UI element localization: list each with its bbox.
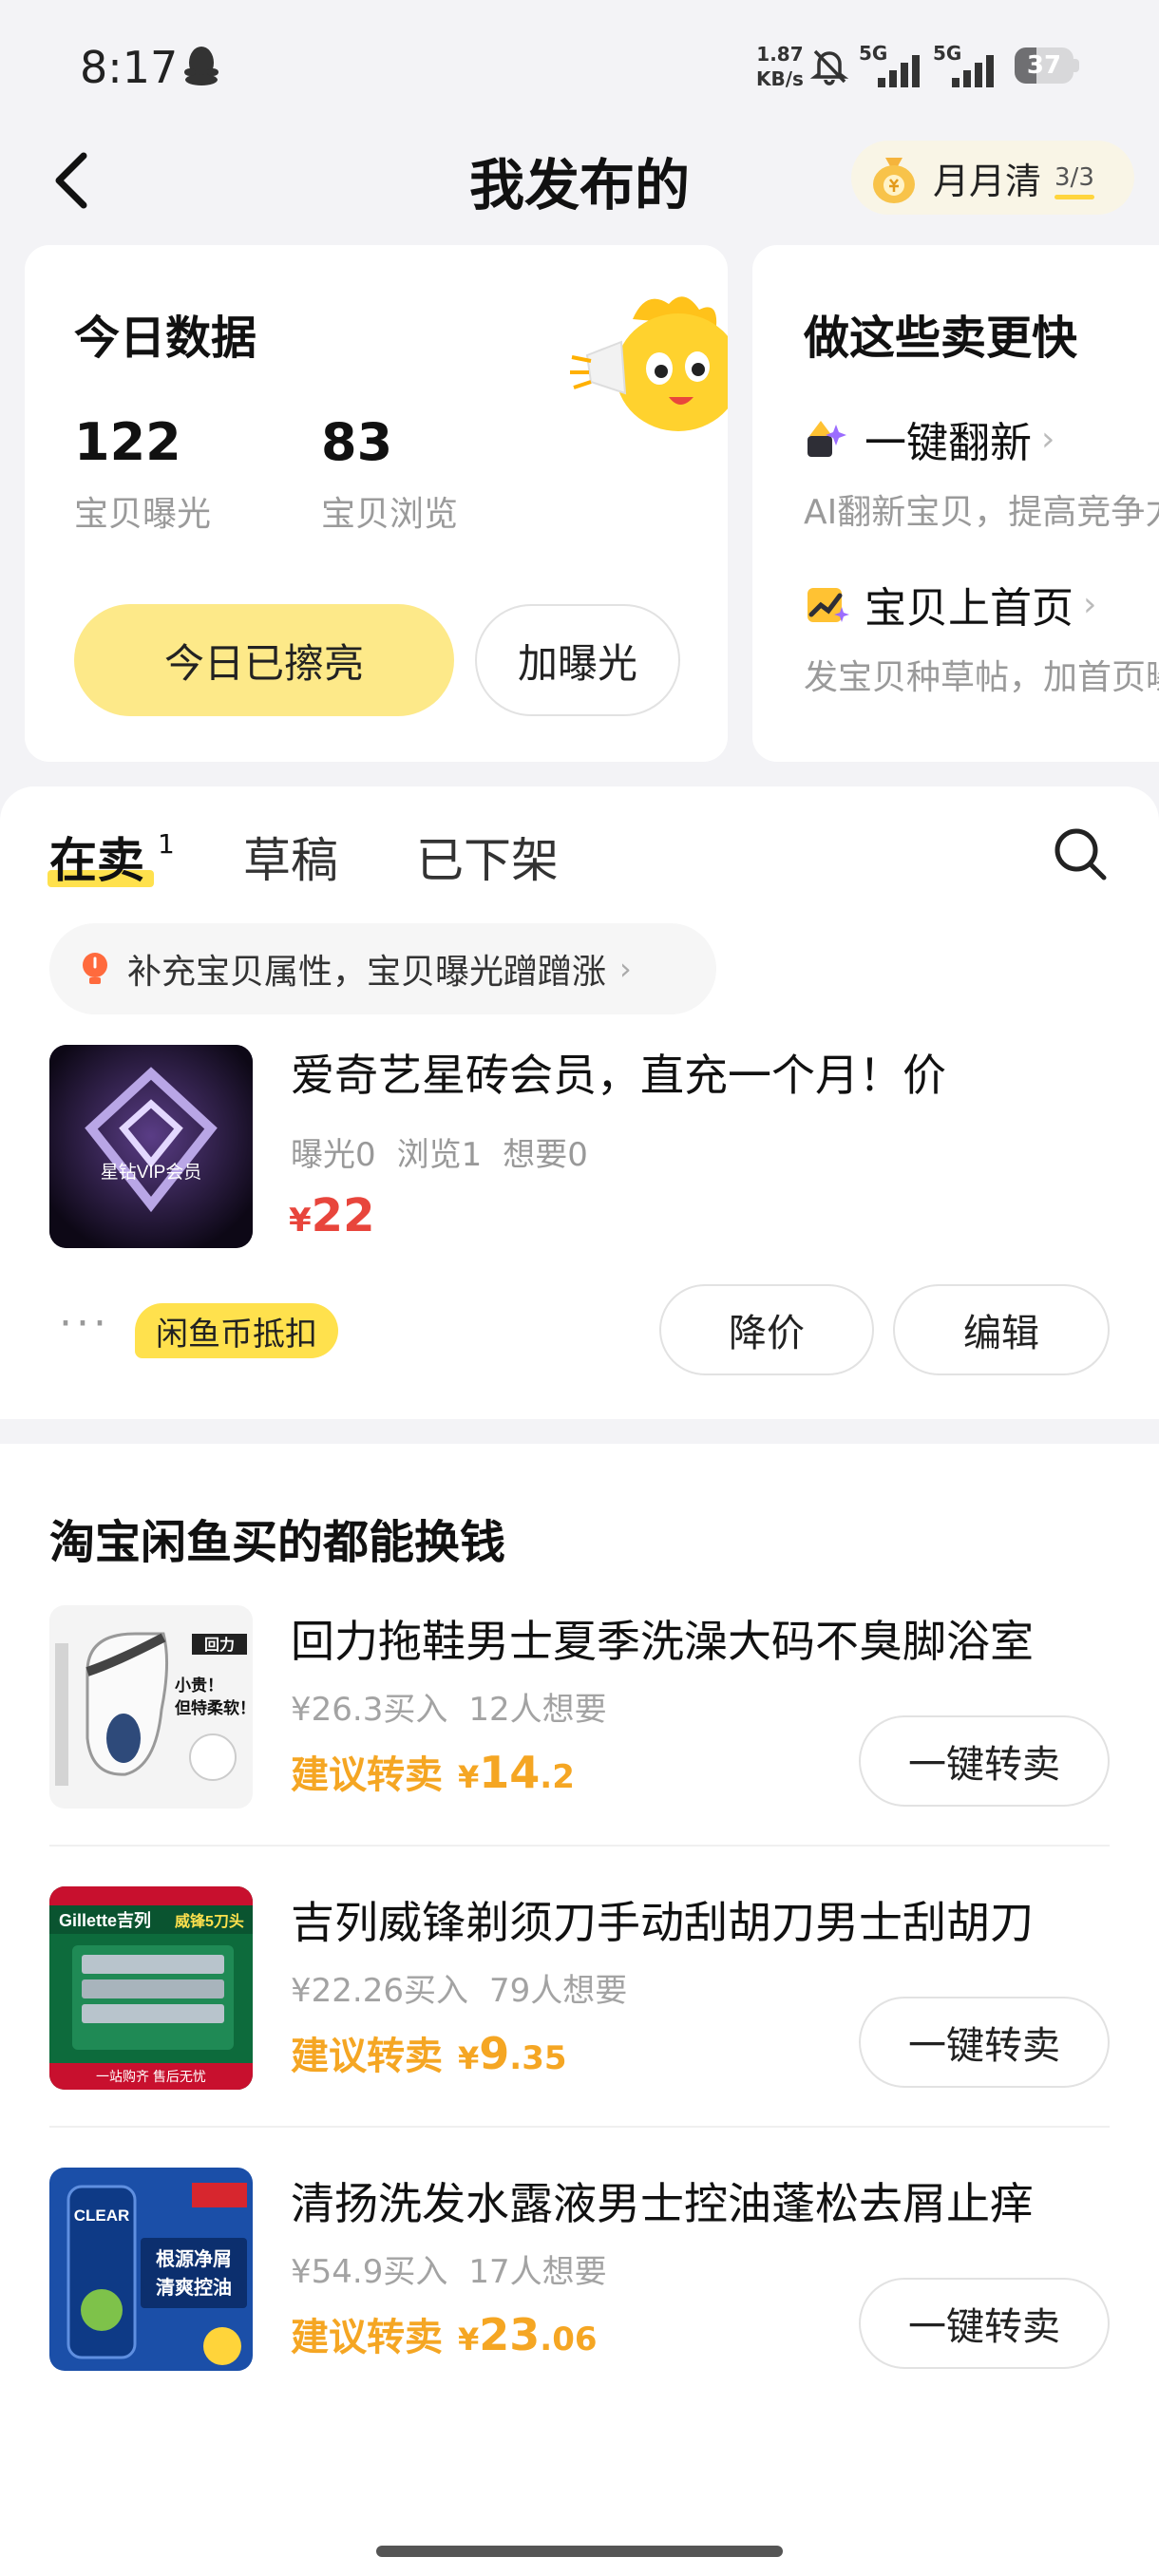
svg-text:小贵！: 小贵！ xyxy=(175,1676,223,1695)
edit-button[interactable]: 编辑 xyxy=(893,1284,1110,1375)
resell-subinfo: ¥54.9买入 17人想要 xyxy=(291,2245,628,2292)
attribute-hint-banner[interactable]: 补充宝贝属性，宝贝曝光蹭蹭涨 › xyxy=(49,923,716,1014)
on-sale-count: 1 xyxy=(158,828,175,860)
resell-title[interactable]: 清扬洗发水露液男士控油蓬松去屑止痒 xyxy=(291,2169,1034,2232)
wants-count: 17人想要 xyxy=(468,2253,607,2291)
tip-title: 一键翻新 xyxy=(864,419,1032,467)
exposure-label: 宝贝曝光 xyxy=(74,495,212,534)
status-time: 8:17 xyxy=(80,42,179,93)
trending-up-icon xyxy=(808,588,849,622)
suggested-price: 建议转卖 ¥9.35 xyxy=(291,2028,567,2079)
one-click-refresh-item[interactable]: 一键翻新 › xyxy=(804,408,1054,469)
svg-text:回力: 回力 xyxy=(204,1636,235,1654)
resell-item[interactable]: 回力 小贵！ 但特柔软！ 回力拖鞋男士夏季洗澡大码不臭脚浴室 ¥26.3买入 12… xyxy=(0,1605,1159,1886)
tab-removed[interactable]: 已下架 xyxy=(416,823,559,891)
bought-price: ¥54.9买入 xyxy=(291,2253,448,2291)
one-click-resell-button[interactable]: 一键转卖 xyxy=(859,1997,1110,2088)
lightbulb-icon xyxy=(83,953,107,984)
sell-faster-title: 做这些卖更快 xyxy=(804,312,1078,365)
battery-percent: 37 xyxy=(1026,51,1062,80)
resell-thumbnail[interactable]: CLEAR 根源净屑 清爽控油 xyxy=(49,2168,253,2371)
tip-title: 宝贝上首页 xyxy=(864,584,1074,633)
battery-indicator: 37 xyxy=(1015,47,1079,84)
money-bag-icon xyxy=(873,158,915,203)
svg-text:威锋5刀头: 威锋5刀头 xyxy=(175,1912,244,1930)
monthly-clear-count: 3/3 xyxy=(1054,163,1094,199)
svg-text:根源净屑: 根源净屑 xyxy=(156,2247,232,2270)
renovate-icon xyxy=(808,421,846,457)
svg-text:但特柔软！: 但特柔软！ xyxy=(175,1698,253,1717)
suggested-price: 建议转卖 ¥14.2 xyxy=(291,1747,575,1798)
xianyu-coin-tag[interactable]: 闲鱼币抵扣 xyxy=(135,1303,338,1358)
signal-bars-icon xyxy=(878,55,920,87)
listing-title[interactable]: 爱奇艺星砖会员，直充一个月！价 xyxy=(291,1041,946,1104)
chevron-right-icon: › xyxy=(619,951,632,987)
qq-penguin-icon xyxy=(184,47,218,85)
vip-diamond-image: 星钻VIP会员 xyxy=(49,1045,253,1248)
fish-mascot-icon xyxy=(570,296,728,431)
bought-price: ¥26.3买入 xyxy=(291,1691,448,1729)
promote-to-homepage-item[interactable]: 宝贝上首页 › xyxy=(804,574,1096,635)
svg-text:CLEAR: CLEAR xyxy=(74,2207,130,2225)
one-click-resell-button[interactable]: 一键转卖 xyxy=(859,2278,1110,2369)
reduce-price-button[interactable]: 降价 xyxy=(659,1284,874,1375)
razor-image: Gillette吉列 威锋5刀头 一站购齐 售后无忧 xyxy=(49,1886,253,2090)
resell-subinfo: ¥26.3买入 12人想要 xyxy=(291,1683,628,1730)
today-data-title: 今日数据 xyxy=(74,312,257,365)
monthly-clear-button[interactable]: 月月清 3/3 xyxy=(851,141,1134,215)
resell-item[interactable]: Gillette吉列 威锋5刀头 一站购齐 售后无忧 吉列威锋剃须刀手动刮胡刀男… xyxy=(0,1886,1159,2168)
resell-thumbnail[interactable]: 回力 小贵！ 但特柔软！ xyxy=(49,1605,253,1809)
one-click-resell-button[interactable]: 一键转卖 xyxy=(859,1715,1110,1807)
wants-count: 79人想要 xyxy=(488,1972,628,2010)
svg-text:一站购齐 售后无忧: 一站购齐 售后无忧 xyxy=(96,2069,206,2084)
chevron-right-icon: › xyxy=(1041,419,1055,459)
more-options-button[interactable]: ··· xyxy=(59,1299,110,1348)
divider xyxy=(49,1845,1110,1847)
exposure-value: 122 xyxy=(74,412,181,472)
wants-count: 12人想要 xyxy=(468,1691,607,1729)
resell-heading: 淘宝闲鱼买的都能换钱 xyxy=(49,1516,506,1569)
svg-text:清爽控油: 清爽控油 xyxy=(156,2276,232,2299)
listing-wants: 想要0 xyxy=(503,1136,588,1174)
resell-title[interactable]: 回力拖鞋男士夏季洗澡大码不臭脚浴室 xyxy=(291,1607,1034,1670)
listing-views: 浏览1 xyxy=(396,1136,483,1174)
divider xyxy=(49,2126,1110,2128)
resell-item[interactable]: CLEAR 根源净屑 清爽控油 清扬洗发水露液男士控油蓬松去屑止痒 ¥54.9买… xyxy=(0,2168,1159,2449)
svg-text:Gillette吉列: Gillette吉列 xyxy=(59,1910,151,1930)
resell-panel: 淘宝闲鱼买的都能换钱 回力 小贵！ 但特柔软！ 回力拖鞋男士夏季洗澡大码不臭脚浴… xyxy=(0,1444,1159,2576)
listing-price: ¥22 xyxy=(289,1189,375,1242)
bell-muted-icon xyxy=(809,49,849,85)
resell-subinfo: ¥22.26买入 79人想要 xyxy=(291,1964,648,2011)
resell-thumbnail[interactable]: Gillette吉列 威锋5刀头 一站购齐 售后无忧 xyxy=(49,1886,253,2090)
hint-text: 补充宝贝属性，宝贝曝光蹭蹭涨 xyxy=(127,953,607,992)
polished-today-button[interactable]: 今日已擦亮 xyxy=(74,604,454,716)
tab-drafts[interactable]: 草稿 xyxy=(243,823,338,891)
signal-bars-icon xyxy=(952,55,994,87)
svg-text:星钻VIP会员: 星钻VIP会员 xyxy=(101,1162,202,1183)
tip-description: AI翻新宝贝，提高竞争力 xyxy=(804,493,1159,532)
monthly-clear-label: 月月清 xyxy=(933,160,1042,202)
home-indicator[interactable] xyxy=(376,2546,783,2557)
chevron-right-icon: › xyxy=(1083,584,1097,624)
shampoo-image: CLEAR 根源净屑 清爽控油 xyxy=(49,2168,253,2371)
views-label: 宝贝浏览 xyxy=(321,495,459,534)
suggested-price: 建议转卖 ¥23.06 xyxy=(291,2309,598,2360)
slipper-image: 回力 小贵！ 但特柔软！ xyxy=(49,1605,253,1809)
listing-exposure: 曝光0 xyxy=(291,1136,376,1174)
views-value: 83 xyxy=(321,412,393,472)
bought-price: ¥22.26买入 xyxy=(291,1972,468,2010)
signal-sim2: 5G xyxy=(933,42,1009,87)
add-exposure-button[interactable]: 加曝光 xyxy=(475,604,680,716)
resell-title[interactable]: 吉列威锋剃须刀手动刮胡刀男士刮胡刀 xyxy=(291,1888,1034,1951)
listing-stats: 曝光0 浏览1 想要0 xyxy=(291,1128,609,1175)
search-icon[interactable] xyxy=(1051,824,1110,883)
tab-on-sale[interactable]: 在卖 xyxy=(49,823,144,891)
signal-sim1: 5G xyxy=(859,42,935,87)
tip-description: 发宝贝种草帖，加首页曝光 xyxy=(804,658,1159,697)
sell-faster-card: 做这些卖更快 一键翻新 › AI翻新宝贝，提高竞争力 宝贝上首页 › 发宝贝种草… xyxy=(752,245,1159,762)
today-data-card: 今日数据 122 宝贝曝光 83 宝贝浏览 今日已擦亮 加曝光 xyxy=(25,245,728,762)
network-speed: 1.87 KB/s xyxy=(756,43,804,90)
my-listings-panel: 在卖 1 草稿 已下架 补充宝贝属性，宝贝曝光蹭蹭涨 › 星钻VIP会员 爱奇艺… xyxy=(0,786,1159,1419)
listing-thumbnail[interactable]: 星钻VIP会员 xyxy=(49,1045,253,1248)
